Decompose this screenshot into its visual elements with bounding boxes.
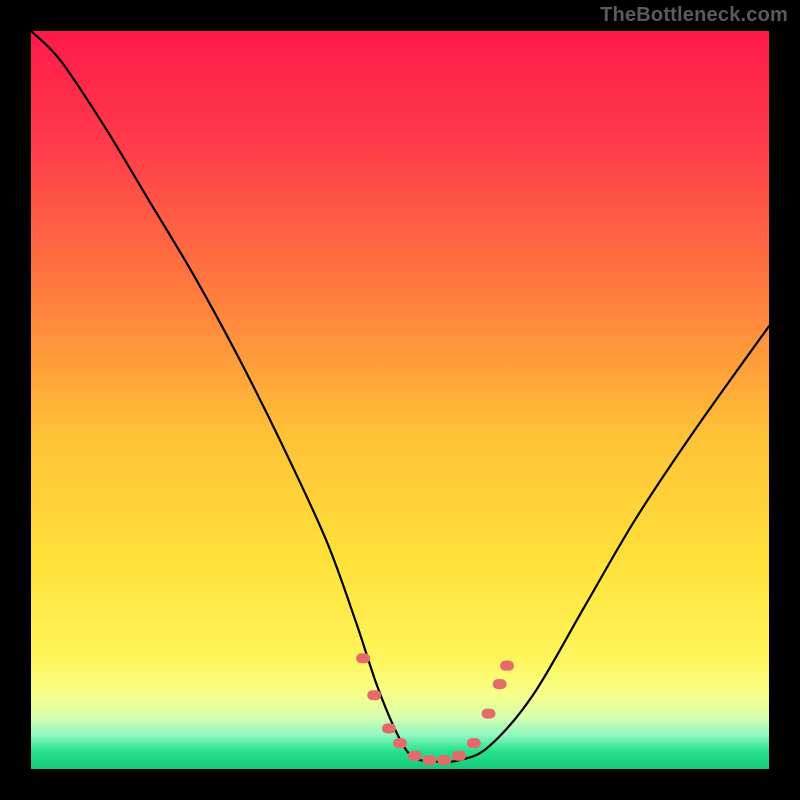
curve-marker [493, 679, 507, 689]
curve-marker [423, 755, 437, 765]
curve-marker [356, 653, 370, 663]
curve-marker [452, 751, 466, 761]
bottleneck-chart [0, 0, 800, 800]
curve-marker [393, 738, 407, 748]
curve-marker [408, 751, 422, 761]
curve-marker [367, 690, 381, 700]
curve-marker [482, 709, 496, 719]
curve-marker [467, 738, 481, 748]
chart-frame: TheBottleneck.com [0, 0, 800, 800]
curve-marker [382, 723, 396, 733]
curve-marker [437, 755, 451, 765]
gradient-background [31, 31, 769, 769]
curve-marker [500, 661, 514, 671]
watermark-text: TheBottleneck.com [600, 4, 788, 27]
